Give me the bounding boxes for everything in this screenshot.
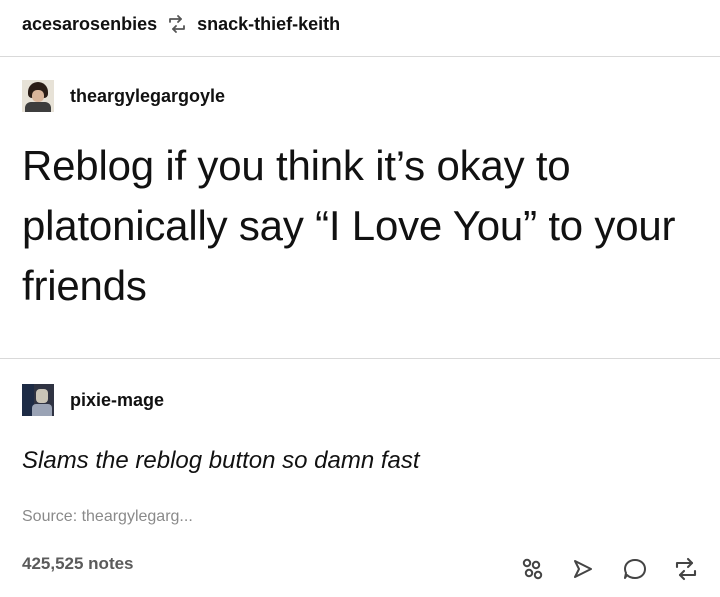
reply-text: Slams the reblog button so damn fast [22,447,420,474]
reblog-icon [167,14,187,34]
reply-author[interactable]: pixie-mage [70,390,164,411]
notes-count[interactable]: 425,525 notes [22,554,134,574]
reblogged-from-username[interactable]: snack-thief-keith [197,14,340,35]
source-link[interactable]: Source: theargylegarg... [22,508,193,526]
original-post-author-row: theargylegargoyle [22,80,225,112]
avatar[interactable] [22,80,54,112]
divider [0,56,720,57]
send-icon [569,555,597,583]
post-actions [515,552,703,586]
send-button[interactable] [566,552,600,586]
share-icon [518,555,546,583]
divider [0,358,720,359]
comment-button[interactable] [618,552,652,586]
original-post-text: Reblog if you think it’s okay to platoni… [22,142,676,309]
share-button[interactable] [515,552,549,586]
comment-icon [621,555,649,583]
reply-author-row: pixie-mage [22,384,164,416]
avatar[interactable] [22,384,54,416]
original-post-author[interactable]: theargylegargoyle [70,86,225,107]
reblog-icon [672,555,700,583]
reblogger-username[interactable]: acesarosenbies [22,14,157,35]
reblog-button[interactable] [669,552,703,586]
post-header: acesarosenbies snack-thief-keith [22,10,340,38]
